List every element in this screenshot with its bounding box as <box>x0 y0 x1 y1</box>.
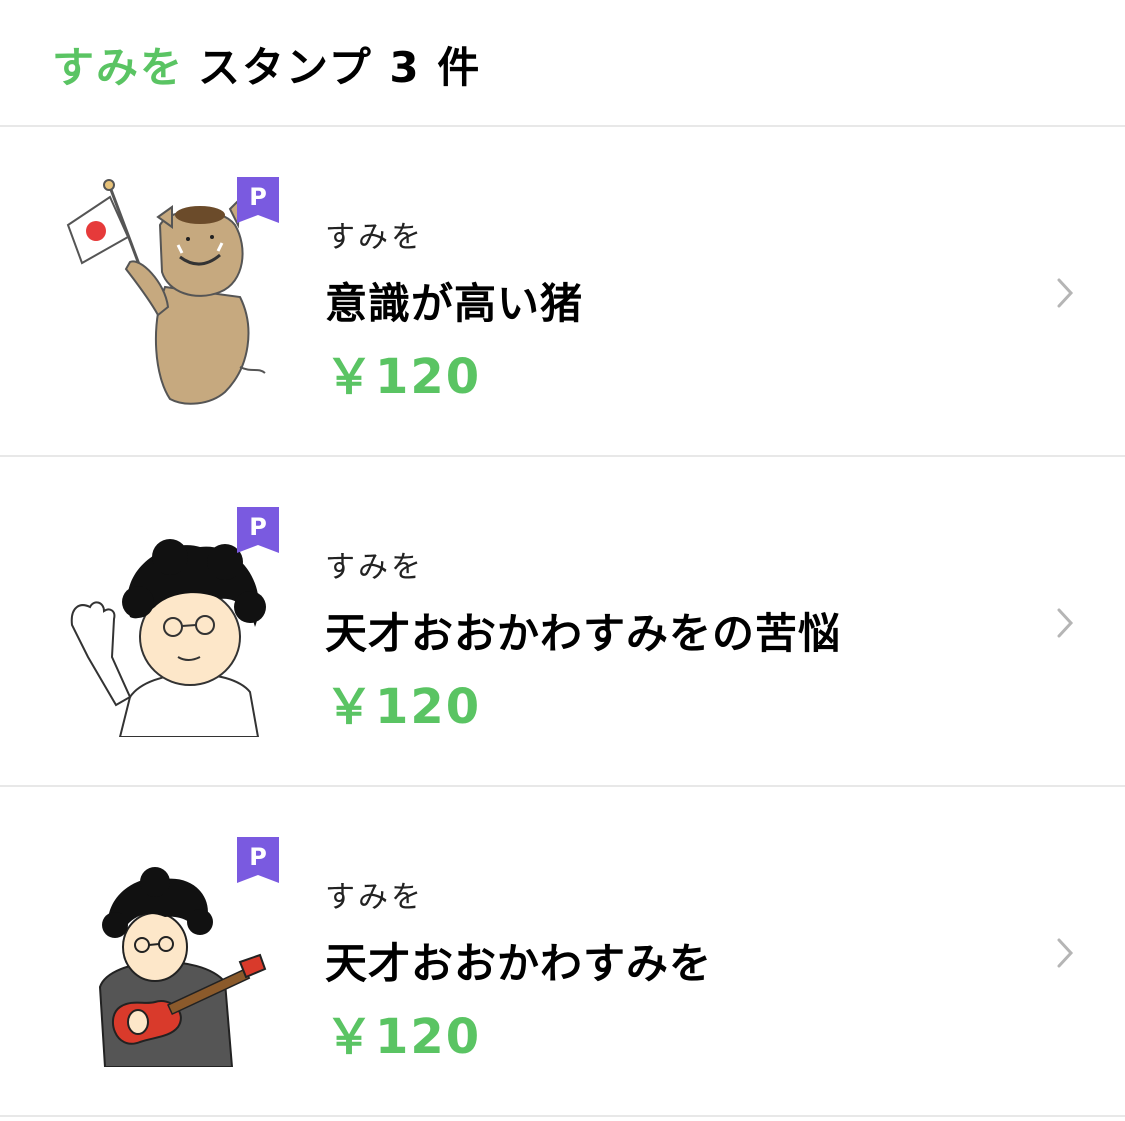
sticker-creator: すみを <box>325 880 424 915</box>
sticker-info: すみを 意識が高い猪 ￥120 <box>325 212 583 407</box>
sticker-price: ￥120 <box>325 679 482 735</box>
sticker-info: すみを 天才おおかわすみを ￥120 <box>325 872 712 1067</box>
result-count-label: スタンプ 3 件 <box>198 43 482 92</box>
badge-label: P <box>249 513 267 541</box>
sticker-creator: すみを <box>325 220 424 255</box>
sticker-list-item[interactable]: P すみを 天才おおかわすみをの苦悩 ￥120 <box>0 457 1125 787</box>
sticker-title: 天才おおかわすみをの苦悩 <box>325 609 842 658</box>
premium-badge: P <box>237 507 279 553</box>
sticker-thumbnail[interactable]: P <box>60 177 280 407</box>
chevron-right-icon <box>1057 608 1074 638</box>
chevron-right-icon <box>1057 938 1074 968</box>
sticker-list: P すみを 意識が高い猪 ￥120 P すみを 天才おおかわすみをの苦悩 ￥12… <box>0 127 1125 1117</box>
sticker-list-item[interactable]: P すみを 意識が高い猪 ￥120 <box>0 127 1125 457</box>
sticker-thumbnail[interactable]: P <box>60 837 280 1067</box>
sticker-title: 天才おおかわすみを <box>325 939 713 988</box>
premium-badge: P <box>237 177 279 223</box>
sticker-creator: すみを <box>325 550 424 585</box>
chevron-right-icon <box>1057 278 1074 308</box>
premium-badge: P <box>237 837 279 883</box>
author-name[interactable]: すみを <box>52 43 184 92</box>
sticker-info: すみを 天才おおかわすみをの苦悩 ￥120 <box>325 542 841 737</box>
sticker-price: ￥120 <box>325 1009 482 1065</box>
sticker-title: 意識が高い猪 <box>325 279 584 328</box>
badge-label: P <box>249 183 267 211</box>
badge-label: P <box>249 843 267 871</box>
sticker-thumbnail[interactable]: P <box>60 507 280 737</box>
results-header: すみを スタンプ 3 件 <box>0 0 1125 127</box>
sticker-price: ￥120 <box>325 349 482 405</box>
sticker-list-item[interactable]: P すみを 天才おおかわすみを ￥120 <box>0 787 1125 1117</box>
